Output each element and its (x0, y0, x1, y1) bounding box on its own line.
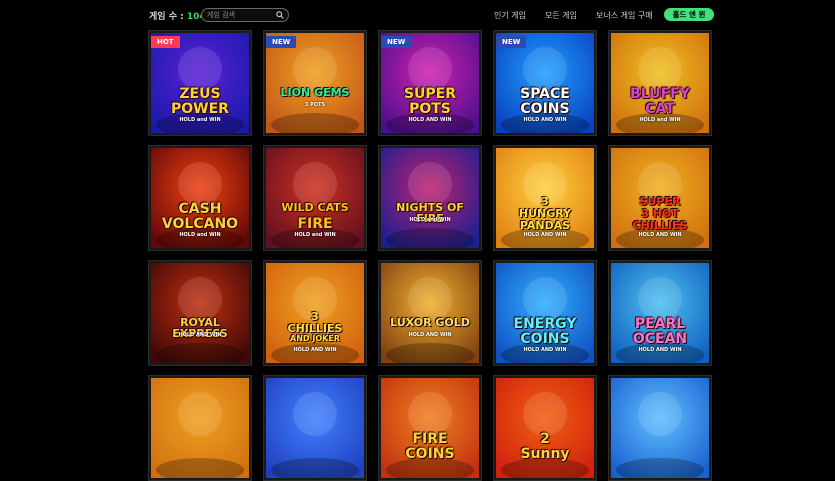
game-title-line: LION GEMS (280, 86, 350, 99)
game-title-line: CHILLIES (632, 219, 688, 232)
game-card[interactable] (608, 375, 712, 481)
game-card[interactable]: SPACE COINS HOLD AND WIN NEW (493, 30, 597, 136)
game-art (611, 378, 709, 478)
game-subtitle: HOLD AND WIN (178, 332, 222, 338)
game-subtitle: HOLD AND WIN (638, 232, 682, 238)
game-title-line: PEARL (634, 316, 686, 332)
game-thumbnail (381, 148, 479, 248)
top-bar: 게임 수 : 104 인기 게임 모든 게임 보너스 게임 구매 홀드 앤 윈 (0, 0, 835, 30)
game-thumbnail (151, 263, 249, 363)
game-title-line: 3 (541, 195, 549, 208)
game-subtitle: HOLD AND WIN (293, 347, 337, 353)
game-card[interactable]: SUPER POTS HOLD AND WIN NEW (378, 30, 482, 136)
game-title-line: PANDAS (519, 219, 571, 232)
game-subtitle: 3 POTS (304, 102, 326, 108)
game-subtitle: HOLD AND WIN (523, 117, 567, 123)
nav-bonus-buy-games[interactable]: 보너스 게임 구매 (596, 10, 653, 21)
game-art (381, 148, 479, 248)
new-badge: NEW (496, 36, 527, 48)
search-box[interactable] (201, 8, 289, 22)
game-thumbnail (151, 378, 249, 478)
game-title-line: 3 (311, 310, 319, 323)
game-title-line: VOLCANO (161, 216, 239, 232)
game-title-line: 2 (540, 431, 550, 447)
game-art (381, 263, 479, 363)
game-card[interactable] (148, 375, 252, 481)
game-title-line: FIRE (297, 216, 333, 232)
game-card[interactable]: LION GEMS 3 POTS NEW (263, 30, 367, 136)
game-subtitle: HOLD AND WIN (523, 232, 567, 238)
game-subtitle: HOLD and WIN (179, 117, 221, 123)
game-title-line: COINS (520, 331, 570, 347)
game-count-label: 게임 수 : (149, 12, 184, 22)
game-title-line: ENERGY (513, 316, 577, 332)
game-title-line: COINS (405, 446, 455, 462)
game-card[interactable]: ENERGY COINS HOLD AND WIN (493, 260, 597, 366)
nav-hold-and-win[interactable]: 홀드 앤 윈 (664, 8, 714, 21)
game-count: 게임 수 : 104 (149, 9, 206, 22)
game-thumbnail (496, 378, 594, 478)
game-subtitle: HOLD AND WIN (408, 332, 452, 338)
search-icon[interactable] (276, 11, 284, 19)
game-art (381, 378, 479, 478)
game-thumbnail (266, 378, 364, 478)
game-title-line: SUPER (403, 86, 457, 102)
game-title-line: COINS (520, 101, 570, 117)
game-card[interactable]: LUXOR GOLD HOLD AND WIN (378, 260, 482, 366)
game-title-line: BLUFFY (630, 86, 690, 102)
game-card[interactable]: ZEUS POWER HOLD and WIN HOT (148, 30, 252, 136)
game-card[interactable] (263, 375, 367, 481)
game-subtitle: HOLD AND WIN (638, 347, 682, 353)
game-title-line: POTS (409, 101, 451, 117)
game-card[interactable]: 3 CHILLIES AND JOKER HOLD AND WIN (263, 260, 367, 366)
game-card[interactable]: NIGHTS OF FIRE HOLD and WIN (378, 145, 482, 251)
game-thumbnail (381, 378, 479, 478)
game-subtitle: HOLD and WIN (639, 117, 681, 123)
game-title-line: SPACE (520, 86, 570, 102)
game-title-line: FIRE (412, 431, 448, 447)
game-art (496, 378, 594, 478)
game-art (151, 263, 249, 363)
game-card[interactable]: 2 Sunny (493, 375, 597, 481)
game-title-line: AND JOKER (290, 334, 340, 343)
game-subtitle: HOLD AND WIN (408, 117, 452, 123)
search-input[interactable] (207, 9, 275, 21)
game-title-line: HUNGRY (518, 207, 572, 220)
game-card[interactable]: BLUFFY CAT HOLD and WIN (608, 30, 712, 136)
game-title-line: 3 HOT (641, 207, 679, 220)
game-card[interactable]: WILD CATS FIRE HOLD and WIN (263, 145, 367, 251)
game-card[interactable]: PEARL OCEAN HOLD AND WIN (608, 260, 712, 366)
game-thumbnail (381, 263, 479, 363)
game-title-line: Sunny (520, 446, 570, 462)
game-subtitle: HOLD and WIN (179, 232, 221, 238)
game-art (266, 33, 364, 133)
game-title-line: CAT (645, 101, 675, 117)
game-title-line: OCEAN (632, 331, 688, 347)
new-badge: NEW (266, 36, 297, 48)
game-subtitle: HOLD and WIN (294, 232, 336, 238)
game-art (151, 378, 249, 478)
game-subtitle: HOLD and WIN (409, 217, 451, 223)
new-badge: NEW (381, 36, 412, 48)
hot-badge: HOT (151, 36, 180, 48)
game-card[interactable]: ROYAL EXPRESS HOLD AND WIN (148, 260, 252, 366)
game-title-line: ZEUS (179, 86, 221, 102)
game-title-line: WILD CATS (281, 201, 349, 214)
game-card[interactable]: SUPER 3 HOT CHILLIES HOLD AND WIN (608, 145, 712, 251)
nav-all-games[interactable]: 모든 게임 (545, 10, 577, 21)
game-title-line: POWER (171, 101, 229, 117)
game-title-line: CASH (178, 201, 222, 217)
game-thumbnail (611, 378, 709, 478)
nav-popular-games[interactable]: 인기 게임 (494, 10, 526, 21)
game-thumbnail (266, 33, 364, 133)
game-subtitle: HOLD AND WIN (523, 347, 567, 353)
game-card[interactable]: 3 HUNGRY PANDAS HOLD AND WIN (493, 145, 597, 251)
game-card[interactable]: FIRE COINS (378, 375, 482, 481)
game-title-line: CHILLIES (287, 322, 343, 335)
game-title-line: SUPER (639, 195, 681, 208)
game-art (266, 378, 364, 478)
game-card[interactable]: CASH VOLCANO HOLD and WIN (148, 145, 252, 251)
game-title-line: LUXOR GOLD (390, 316, 470, 329)
